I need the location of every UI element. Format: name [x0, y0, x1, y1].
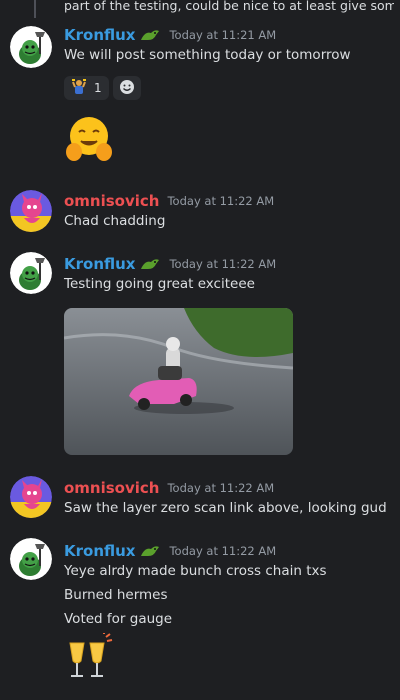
message-text: Burned hermes: [64, 587, 168, 603]
dragon-role-icon: [139, 543, 161, 559]
message-header: omnisovich Today at 11:22 AM: [64, 192, 274, 210]
gif-pink-go-kart: [64, 308, 293, 455]
add-reaction-smile-icon: [119, 79, 135, 98]
celebrate-person-emoji: [70, 78, 88, 99]
omnisovich-avatar[interactable]: [10, 190, 52, 232]
timestamp: Today at 11:22 AM: [169, 257, 277, 271]
omnisovich-avatar[interactable]: [10, 476, 52, 518]
dragon-role-icon: [139, 256, 161, 272]
message-header: Kronflux Today at 11:21 AM: [64, 26, 276, 44]
reply-thread-line: [34, 0, 36, 18]
message-text: Testing going great exciteee: [64, 276, 255, 292]
username[interactable]: omnisovich: [64, 479, 159, 497]
message-header: Kronflux Today at 11:22 AM: [64, 255, 276, 273]
kronflux-avatar[interactable]: [10, 538, 52, 580]
reactions-bar: 1: [64, 76, 141, 100]
clinking-glasses-emoji: [64, 631, 114, 687]
add-reaction-button[interactable]: [112, 76, 141, 100]
kronflux-avatar[interactable]: [10, 252, 52, 294]
username[interactable]: Kronflux: [64, 26, 135, 44]
gif-attachment[interactable]: [64, 308, 293, 455]
message-text: Chad chadding: [64, 213, 166, 229]
timestamp: Today at 11:22 AM: [169, 544, 277, 558]
message-header: omnisovich Today at 11:22 AM: [64, 479, 274, 497]
message-text: Yeye alrdy made bunch cross chain txs: [64, 563, 327, 579]
message-text: Voted for gauge: [64, 611, 173, 627]
username[interactable]: Kronflux: [64, 542, 135, 560]
timestamp: Today at 11:22 AM: [167, 481, 275, 495]
username[interactable]: omnisovich: [64, 192, 159, 210]
dragon-role-icon: [139, 27, 161, 43]
timestamp: Today at 11:22 AM: [167, 194, 275, 208]
message-header: Kronflux Today at 11:22 AM: [64, 542, 276, 560]
reaction-count: 1: [94, 81, 102, 95]
message-text: We will post something today or tomorrow: [64, 47, 351, 63]
timestamp: Today at 11:21 AM: [169, 28, 277, 42]
username[interactable]: Kronflux: [64, 255, 135, 273]
hugging-face-emoji: [64, 114, 114, 168]
kronflux-avatar[interactable]: [10, 26, 52, 68]
message-text: Saw the layer zero scan link above, look…: [64, 500, 387, 516]
previous-message-text: part of the testing, could be nice to at…: [64, 0, 394, 13]
reaction-celebrate[interactable]: 1: [64, 76, 109, 100]
